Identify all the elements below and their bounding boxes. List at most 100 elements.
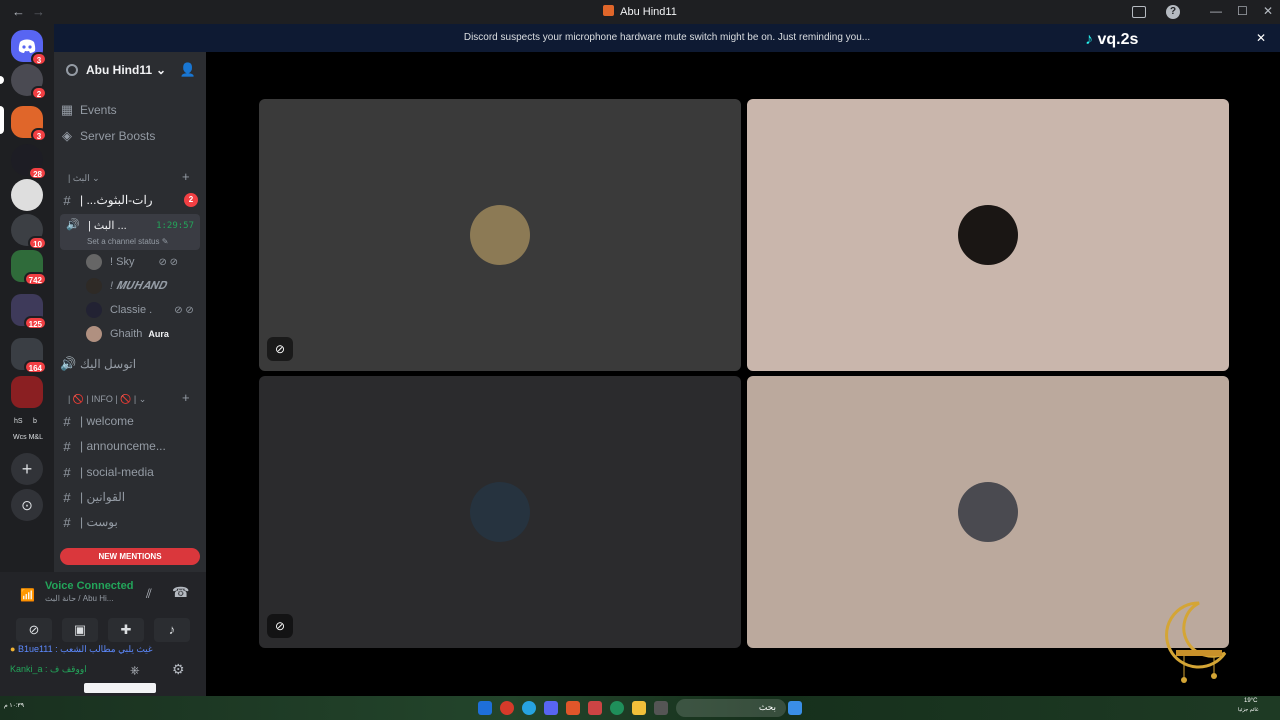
- headphones-icon[interactable]: ⎈: [130, 663, 140, 678]
- participant-tile[interactable]: ⊘: [259, 99, 741, 371]
- add-member-icon[interactable]: 👤: [180, 62, 196, 78]
- mention-badge: 2: [184, 193, 198, 207]
- minimize-button[interactable]: —: [1210, 4, 1222, 18]
- edge-icon[interactable]: [610, 701, 624, 715]
- events-item[interactable]: ▦ Events: [60, 99, 200, 121]
- boosts-label: Server Boosts: [80, 129, 156, 143]
- unread-pill: [0, 76, 4, 84]
- channel-label: | welcome: [80, 414, 134, 428]
- server-badge: 3: [31, 128, 47, 142]
- noise-suppression-icon[interactable]: ⫽: [146, 586, 152, 602]
- channel-item[interactable]: # | welcome: [60, 410, 200, 432]
- search-placeholder: بحث: [758, 702, 776, 712]
- voice-member[interactable]: Classie . ⊘ ⊘: [86, 300, 194, 320]
- voice-member[interactable]: ! Sky ⊘ ⊘: [86, 252, 178, 272]
- app-taskbar-icon[interactable]: [500, 701, 514, 715]
- voice-member[interactable]: Ghaith Aura: [86, 324, 169, 344]
- window-titlebar: ← → Abu Hind11 ? — ☐ ✕: [0, 0, 1280, 24]
- task-view-icon[interactable]: [654, 701, 668, 715]
- server-icon[interactable]: 742: [11, 250, 47, 286]
- app-taskbar-icon[interactable]: [478, 701, 492, 715]
- soundboard-button[interactable]: ♪: [154, 618, 190, 642]
- dm-badge: 3: [31, 52, 47, 66]
- maximize-button[interactable]: ☐: [1237, 4, 1248, 18]
- inbox-icon[interactable]: [1132, 6, 1146, 18]
- taskbar-search[interactable]: بحث: [676, 699, 786, 717]
- signal-icon[interactable]: 📶: [20, 588, 35, 602]
- channel-label: | social-media: [80, 465, 154, 479]
- app-taskbar-icon[interactable]: [588, 701, 602, 715]
- server-badge: 164: [23, 360, 47, 374]
- selected-pill: [0, 106, 4, 134]
- disconnect-icon[interactable]: ☎: [172, 584, 189, 601]
- file-explorer-icon[interactable]: [632, 701, 646, 715]
- brave-icon[interactable]: [566, 701, 580, 715]
- participant-avatar: [470, 482, 530, 542]
- server-folder-icon[interactable]: 164: [11, 338, 47, 374]
- folder-label: Wcs M&L: [13, 434, 43, 441]
- voice-member[interactable]: ! 𝑴𝑼𝑯𝑨𝑵𝑫: [86, 276, 166, 296]
- user-status-line: ● B1ue111 : غيث يلبي مطالب الشعب: [10, 644, 153, 655]
- voice-channel-item[interactable]: 🔊 اتوسل اليك: [60, 353, 200, 375]
- help-icon[interactable]: ?: [1166, 5, 1180, 19]
- category-header[interactable]: | 🚫 | INFO | 🚫 | ⌄: [68, 394, 146, 405]
- server-icon[interactable]: 2: [11, 64, 47, 100]
- telegram-icon[interactable]: [522, 701, 536, 715]
- new-mentions-button[interactable]: NEW MENTIONS: [60, 548, 200, 565]
- channel-item[interactable]: # | ...رات-البثوث 2: [60, 189, 200, 211]
- camera-off-icon: ⊘: [267, 614, 293, 638]
- server-icon[interactable]: 28: [11, 144, 47, 180]
- participant-avatar: [470, 205, 530, 265]
- server-badge: 2: [31, 86, 47, 100]
- window-title: Abu Hind11: [0, 5, 1280, 18]
- windows-start-icon[interactable]: [788, 701, 802, 715]
- voice-timer: 1:29:57: [156, 221, 194, 231]
- server-badge: 125: [23, 316, 47, 330]
- server-folder-icon[interactable]: [11, 376, 43, 408]
- voice-stage: ⊘ ⊘: [206, 52, 1280, 696]
- server-icon-selected[interactable]: 3: [11, 106, 47, 142]
- weather-desc: غائم جزئيا: [1238, 707, 1259, 713]
- add-server-icon[interactable]: +: [11, 453, 43, 485]
- channel-item[interactable]: # | announceme...: [60, 435, 200, 457]
- server-badge: 742: [23, 272, 47, 286]
- discord-taskbar-icon[interactable]: [544, 701, 558, 715]
- screen-share-button[interactable]: ▣: [62, 618, 98, 642]
- server-header[interactable]: Abu Hind11 ⌄ 👤: [54, 52, 206, 88]
- add-channel-icon[interactable]: +: [182, 169, 190, 184]
- chevron-down-icon: ⌄: [156, 63, 167, 77]
- participant-tile[interactable]: [747, 99, 1229, 371]
- activities-button[interactable]: ✚: [108, 618, 144, 642]
- channel-item[interactable]: # | القوانين: [60, 486, 200, 508]
- close-window-button[interactable]: ✕: [1263, 4, 1273, 18]
- server-icon[interactable]: 10: [11, 214, 47, 250]
- video-off-button[interactable]: ⊘: [16, 618, 52, 642]
- gear-icon[interactable]: ⚙: [172, 661, 185, 678]
- server-icon[interactable]: [11, 179, 43, 211]
- participant-tile[interactable]: [747, 376, 1229, 648]
- voice-connected-subtitle[interactable]: حانة البث / Abu Hi...: [45, 594, 113, 603]
- banner-text: Discord suspects your microphone hardwar…: [463, 32, 871, 43]
- muted-icon: ⊘ ⊘: [158, 256, 178, 268]
- close-banner-icon[interactable]: ✕: [1256, 24, 1266, 52]
- channel-label: | ...رات-البثوث: [80, 193, 153, 207]
- category-header[interactable]: | البث ⌄: [68, 173, 100, 184]
- participant-tile[interactable]: ⊘: [259, 376, 741, 648]
- channel-item[interactable]: # | social-media: [60, 461, 200, 483]
- server-boosts-item[interactable]: ◈ Server Boosts: [60, 125, 200, 147]
- add-channel-icon[interactable]: +: [182, 390, 190, 405]
- hash-icon: #: [63, 192, 71, 208]
- speaker-icon: 🔊: [66, 219, 80, 231]
- tiktok-icon: ♪: [1085, 31, 1093, 48]
- voice-channel-active[interactable]: 🔊 | البث ... 1:29:57 Set a channel statu…: [60, 214, 200, 250]
- discord-home-icon[interactable]: 3: [11, 30, 47, 66]
- set-channel-status[interactable]: Set a channel status ✎: [87, 237, 168, 246]
- discover-icon[interactable]: ⊙: [11, 489, 43, 521]
- user1-text: B1ue111 : غيث يلبي مطالب الشعب: [17, 644, 153, 654]
- server-folder-icon[interactable]: 125: [11, 294, 47, 330]
- channel-item[interactable]: # | بوست: [60, 511, 200, 533]
- speaker-icon: 🔊: [60, 356, 77, 371]
- server-badge: 28: [28, 166, 47, 180]
- user-status-line: Kanki_a : اووقف ف: [10, 664, 87, 675]
- hash-icon: #: [63, 489, 71, 505]
